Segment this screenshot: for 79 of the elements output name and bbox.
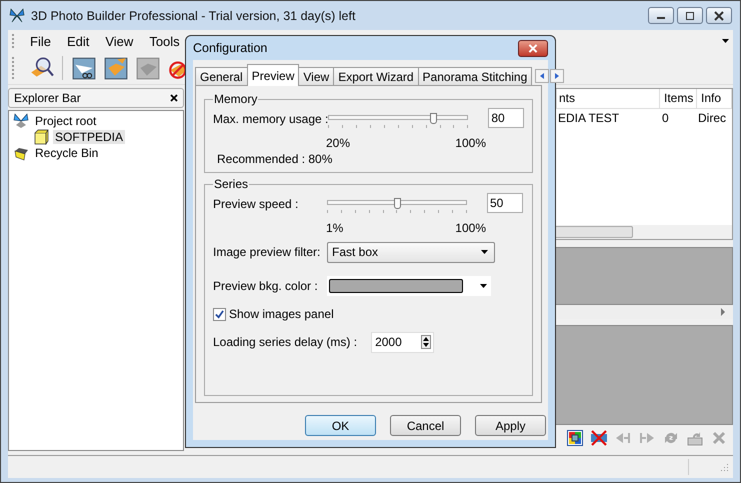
check-icon bbox=[215, 310, 224, 318]
table-cell-text: Direc bbox=[697, 110, 728, 124]
film-delete-icon[interactable] bbox=[591, 430, 607, 446]
close-icon bbox=[714, 10, 724, 20]
delay-spinner[interactable]: 2000 bbox=[371, 332, 434, 352]
caret-icon bbox=[480, 284, 487, 288]
speed-slider[interactable] bbox=[327, 198, 467, 216]
caret-icon bbox=[481, 250, 488, 254]
field-label: Max. memory usage : bbox=[213, 111, 328, 126]
tab-scroll-right-button[interactable] bbox=[550, 69, 564, 83]
menu-item[interactable]: Tools bbox=[141, 34, 188, 48]
maximize-button[interactable] bbox=[677, 7, 703, 24]
close-icon bbox=[528, 44, 538, 52]
maximize-icon bbox=[685, 10, 695, 20]
tab[interactable]: Panorama Stitching bbox=[418, 67, 532, 85]
close-icon[interactable] bbox=[170, 94, 178, 102]
max-label: 100% bbox=[455, 221, 486, 235]
minimize-button[interactable] bbox=[648, 7, 674, 24]
tab[interactable]: Preview bbox=[246, 64, 300, 86]
filter-dropdown[interactable]: Fast box bbox=[327, 242, 495, 262]
input-field[interactable]: 50 bbox=[487, 193, 523, 213]
resize-grip-icon[interactable] bbox=[719, 462, 729, 472]
memory-slider[interactable] bbox=[328, 113, 468, 131]
tree-item[interactable]: Recycle Bin bbox=[33, 146, 100, 160]
color-grid-icon[interactable] bbox=[567, 430, 583, 446]
panel-title: Explorer Bar bbox=[14, 91, 81, 105]
right-arrow-icon bbox=[555, 73, 560, 79]
menu-item[interactable]: Edit bbox=[58, 34, 98, 48]
dialog-button[interactable]: OK bbox=[305, 415, 376, 436]
group-title: Series bbox=[213, 177, 250, 191]
field-label: Preview bkg. color : bbox=[213, 279, 319, 293]
checkbox-label: Show images panel bbox=[229, 307, 334, 321]
clipboard-icon[interactable] bbox=[103, 55, 129, 81]
column-header[interactable]: Info bbox=[697, 88, 732, 108]
caret-icon[interactable] bbox=[722, 39, 729, 43]
last-icon bbox=[639, 430, 655, 446]
left-arrow-icon bbox=[540, 73, 544, 79]
color-dropdown[interactable] bbox=[327, 276, 491, 296]
bin-icon bbox=[13, 145, 29, 161]
field-label: Preview speed : bbox=[213, 196, 300, 211]
table-cell-text: EDIA TEST bbox=[557, 110, 620, 124]
minimize-icon bbox=[657, 17, 665, 19]
menu-item[interactable]: View bbox=[97, 34, 142, 48]
clipboard-icon bbox=[135, 55, 161, 81]
column-header[interactable]: Items bbox=[660, 88, 697, 108]
spinner-arrows-icon[interactable] bbox=[421, 335, 432, 349]
dialog-button[interactable]: Cancel bbox=[390, 415, 461, 436]
renumber-icon bbox=[687, 430, 703, 446]
checkbox[interactable] bbox=[213, 308, 226, 320]
tab[interactable]: Export Wizard bbox=[333, 67, 419, 85]
dialog-title: Configuration bbox=[193, 41, 268, 55]
table-cell-text: 0 bbox=[661, 110, 670, 124]
input-field[interactable]: 80 bbox=[488, 108, 524, 128]
min-label: 20% bbox=[326, 136, 350, 150]
first-icon bbox=[615, 430, 631, 446]
column-header[interactable]: nts bbox=[557, 88, 660, 108]
close-button[interactable] bbox=[518, 40, 548, 56]
scissors-icon[interactable] bbox=[71, 55, 97, 81]
field-label: Loading series delay (ms) : bbox=[213, 335, 358, 349]
close-button[interactable] bbox=[706, 7, 732, 24]
rotate-icon bbox=[663, 430, 679, 446]
box-icon bbox=[33, 129, 49, 145]
window-title: 3D Photo Builder Professional - Trial version, 31 day(s) left bbox=[31, 8, 356, 22]
tree-item[interactable]: Project root bbox=[33, 114, 98, 128]
menu-item[interactable]: File bbox=[22, 34, 59, 48]
butterfly-icon bbox=[9, 8, 25, 24]
group-title: Memory bbox=[213, 92, 258, 106]
dialog-button[interactable]: Apply bbox=[475, 415, 546, 436]
max-label: 100% bbox=[455, 136, 486, 150]
tab[interactable]: General bbox=[195, 67, 248, 85]
tab-scroll-left-button[interactable] bbox=[535, 69, 550, 83]
field-label: Image preview filter: bbox=[213, 245, 322, 259]
tab[interactable]: View bbox=[298, 67, 334, 85]
min-label: 1% bbox=[326, 221, 344, 235]
recommendation-text: Recommended : 80% bbox=[216, 152, 334, 166]
tree-item[interactable]: SOFTPEDIA bbox=[53, 130, 126, 144]
close-icon bbox=[711, 430, 727, 446]
butterfly-icon bbox=[13, 113, 29, 129]
scroll-right-icon[interactable] bbox=[721, 308, 725, 316]
